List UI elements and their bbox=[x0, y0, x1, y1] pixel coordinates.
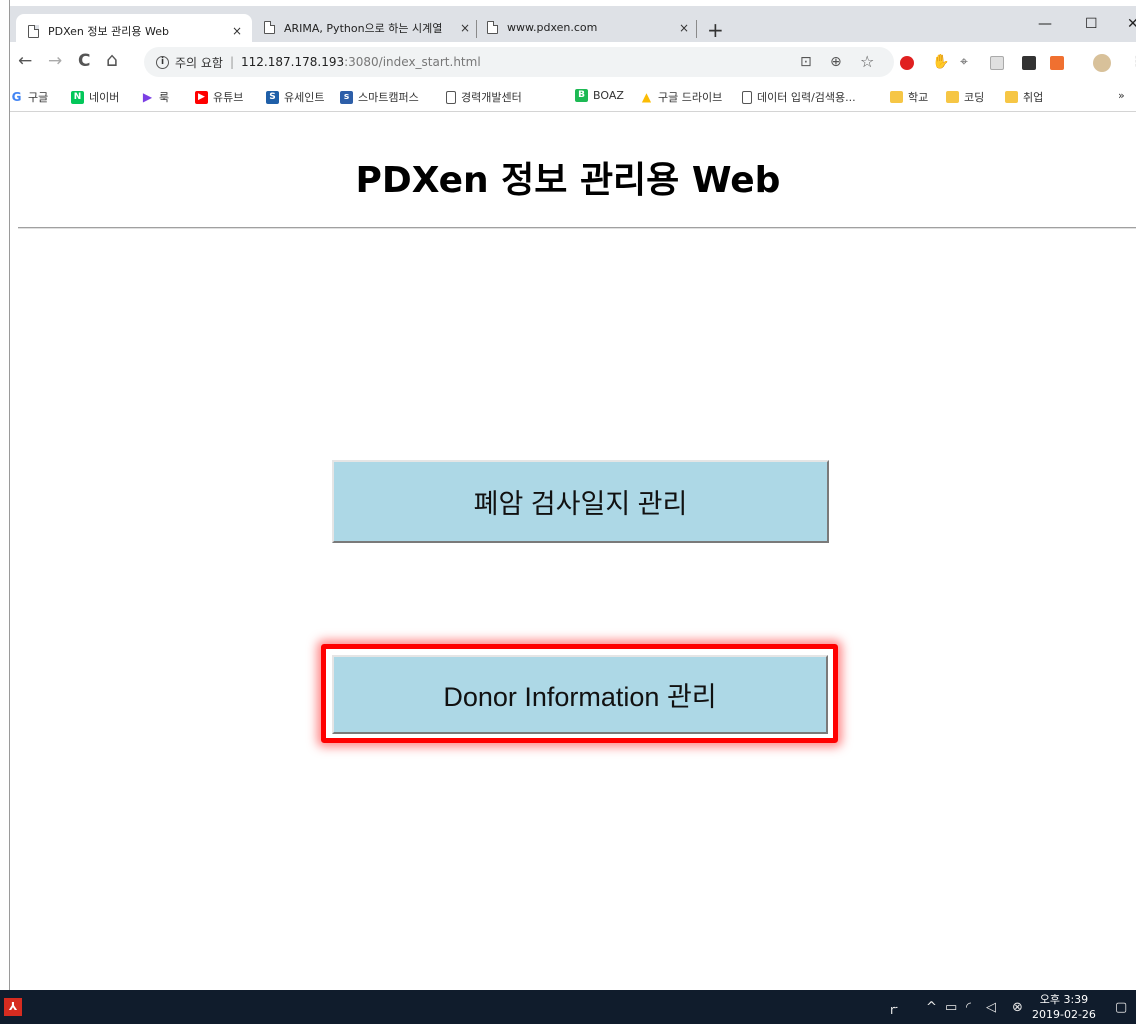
volume-icon[interactable]: ◁ bbox=[986, 1000, 996, 1015]
page-icon bbox=[487, 21, 498, 34]
bookmark-label: 코딩 bbox=[964, 91, 985, 104]
tab-title: PDXen 정보 관리용 Web bbox=[48, 25, 169, 38]
close-icon[interactable]: × bbox=[232, 24, 242, 38]
bookmark-item[interactable]: N 네이버 bbox=[71, 89, 119, 105]
bookmark-item[interactable]: 코딩 bbox=[946, 89, 984, 105]
tab-title: ARIMA, Python으로 하는 시계열 bbox=[284, 21, 443, 35]
bookmark-item[interactable]: ▶ 유튜브 bbox=[195, 89, 243, 105]
translate-icon[interactable]: ⊡ bbox=[800, 54, 812, 70]
bookmark-item[interactable]: ▶ 룩 bbox=[141, 89, 169, 105]
rx-extension-icon[interactable] bbox=[1050, 56, 1064, 70]
bookmark-label: 네이버 bbox=[89, 91, 120, 104]
tab-separator bbox=[696, 20, 697, 38]
drive-icon: ▲ bbox=[641, 89, 652, 104]
folder-icon bbox=[1005, 91, 1018, 103]
naver-icon: N bbox=[71, 90, 84, 104]
chevron-up-icon[interactable]: ^ bbox=[926, 1000, 937, 1015]
play-icon: ▶ bbox=[142, 89, 153, 104]
address-bar[interactable]: i 주의 요함 | 112.187.178.193 :3080/index_st… bbox=[144, 47, 894, 77]
bookmark-label: 데이터 입력/검색용... bbox=[757, 91, 856, 104]
bookmark-label: 취업 bbox=[1023, 91, 1044, 104]
boaz-icon: B bbox=[575, 89, 588, 102]
page-icon bbox=[742, 90, 752, 104]
tab-strip: PDXen 정보 관리용 Web × ARIMA, Python으로 하는 시계… bbox=[10, 0, 1136, 48]
minimize-button[interactable]: — bbox=[1038, 16, 1052, 32]
bookmarks-bar: G 구글 N 네이버 ▶ 룩 ▶ 유튜브 S 유세인트 s 스마트캠퍼스 경력개발센터 B BOAZ ▲ 구글 … bbox=[10, 84, 1136, 112]
bookmark-item[interactable]: 경력개발센터 bbox=[446, 89, 522, 105]
page-icon bbox=[264, 21, 275, 34]
bookmark-item[interactable]: 학교 bbox=[890, 89, 928, 105]
url-path: :3080/index_start.html bbox=[344, 55, 481, 69]
back-button[interactable]: ← bbox=[18, 51, 32, 71]
page-icon bbox=[446, 90, 456, 104]
folder-icon bbox=[946, 91, 959, 103]
taskbar: ⅄ ꭈ ^ ▭ ◜ ◁ ⊗ 오후 3:39 2019-02-26 ▢ bbox=[0, 990, 1136, 1024]
tab-pdxen-com[interactable]: www.pdxen.com × bbox=[477, 13, 693, 42]
folder-icon bbox=[890, 91, 903, 103]
close-icon[interactable]: × bbox=[460, 21, 470, 35]
maximize-button[interactable]: ☐ bbox=[1085, 16, 1098, 32]
info-icon[interactable]: i bbox=[156, 55, 169, 69]
close-icon[interactable]: × bbox=[679, 21, 689, 35]
title-divider bbox=[18, 227, 1136, 229]
bookmark-item[interactable]: B BOAZ bbox=[575, 89, 624, 102]
reload-button[interactable]: C bbox=[78, 51, 90, 71]
bookmark-label: 학교 bbox=[908, 91, 929, 104]
bookmark-item[interactable]: S 유세인트 bbox=[266, 89, 324, 105]
bookmark-label: 구글 bbox=[28, 91, 49, 104]
bookmark-label: 유세인트 bbox=[284, 91, 325, 104]
wifi-icon[interactable]: ◜ bbox=[966, 1000, 971, 1015]
lung-cancer-log-button[interactable]: 폐암 검사일지 관리 bbox=[332, 460, 829, 543]
bookmark-item[interactable]: s 스마트캠퍼스 bbox=[340, 89, 419, 105]
mouse-extension-icon[interactable]: ⌖ bbox=[960, 54, 968, 70]
people-icon[interactable]: ꭈ bbox=[890, 1000, 898, 1018]
gesture-extension-icon[interactable]: ✋ bbox=[932, 54, 949, 70]
bookmarks-overflow-button[interactable]: » bbox=[1118, 89, 1125, 102]
forward-button[interactable]: → bbox=[48, 51, 62, 71]
bookmark-label: 구글 드라이브 bbox=[658, 91, 723, 104]
bookmark-item[interactable]: ▲ 구글 드라이브 bbox=[640, 89, 722, 105]
notification-blocked-icon[interactable]: ⊗ bbox=[1012, 1000, 1023, 1015]
window-left-edge bbox=[0, 0, 10, 990]
acrobat-icon[interactable]: ⅄ bbox=[4, 998, 22, 1016]
opera-extension-icon[interactable] bbox=[900, 56, 914, 70]
page-icon bbox=[28, 24, 39, 38]
page-content: PDXen 정보 관리용 Web 폐암 검사일지 관리 Donor Inform… bbox=[10, 113, 1136, 990]
page-title: PDXen 정보 관리용 Web bbox=[355, 160, 781, 201]
bookmark-label: 경력개발센터 bbox=[461, 91, 522, 104]
new-tab-button[interactable]: + bbox=[707, 18, 724, 42]
profile-avatar[interactable] bbox=[1093, 54, 1111, 72]
tab-arima[interactable]: ARIMA, Python으로 하는 시계열 × bbox=[252, 13, 478, 42]
menu-icon[interactable]: ⋮ bbox=[1130, 54, 1136, 70]
battery-icon[interactable]: ▭ bbox=[945, 1000, 957, 1015]
donor-information-button[interactable]: Donor Information 관리 bbox=[332, 655, 828, 734]
bookmark-label: 유튜브 bbox=[213, 91, 244, 104]
omnibox-separator: | bbox=[229, 55, 235, 69]
clock-date: 2019-02-26 bbox=[1032, 1008, 1096, 1021]
tab-title: www.pdxen.com bbox=[507, 21, 598, 34]
taskbar-clock[interactable]: 오후 3:39 2019-02-26 bbox=[1032, 992, 1096, 1022]
sap-icon: S bbox=[266, 90, 279, 104]
security-label: 주의 요함 bbox=[175, 55, 223, 70]
action-center-icon[interactable]: ▢ bbox=[1115, 1000, 1127, 1015]
browser-toolbar: ← → C ⌂ i 주의 요함 | 112.187.178.193 :3080/… bbox=[10, 42, 1136, 84]
extension-icon[interactable] bbox=[990, 56, 1004, 70]
url-host: 112.187.178.193 bbox=[241, 55, 345, 69]
bookmark-item[interactable]: G 구글 bbox=[10, 89, 49, 105]
bookmark-label: BOAZ bbox=[593, 89, 624, 102]
bookmark-item[interactable]: 취업 bbox=[1005, 89, 1043, 105]
bookmark-label: 룩 bbox=[159, 91, 170, 104]
dark-extension-icon[interactable] bbox=[1022, 56, 1036, 70]
clock-time: 오후 3:39 bbox=[1039, 993, 1089, 1006]
home-button[interactable]: ⌂ bbox=[106, 49, 118, 71]
youtube-icon: ▶ bbox=[195, 90, 208, 104]
campus-icon: s bbox=[340, 90, 353, 104]
bookmark-label: 스마트캠퍼스 bbox=[358, 91, 419, 104]
bookmark-star-icon[interactable]: ☆ bbox=[860, 52, 874, 71]
bookmark-item[interactable]: 데이터 입력/검색용... bbox=[742, 89, 856, 105]
google-icon: G bbox=[11, 89, 22, 104]
window-close-button[interactable]: ✕ bbox=[1127, 16, 1136, 32]
zoom-icon[interactable]: ⊕ bbox=[830, 54, 842, 70]
